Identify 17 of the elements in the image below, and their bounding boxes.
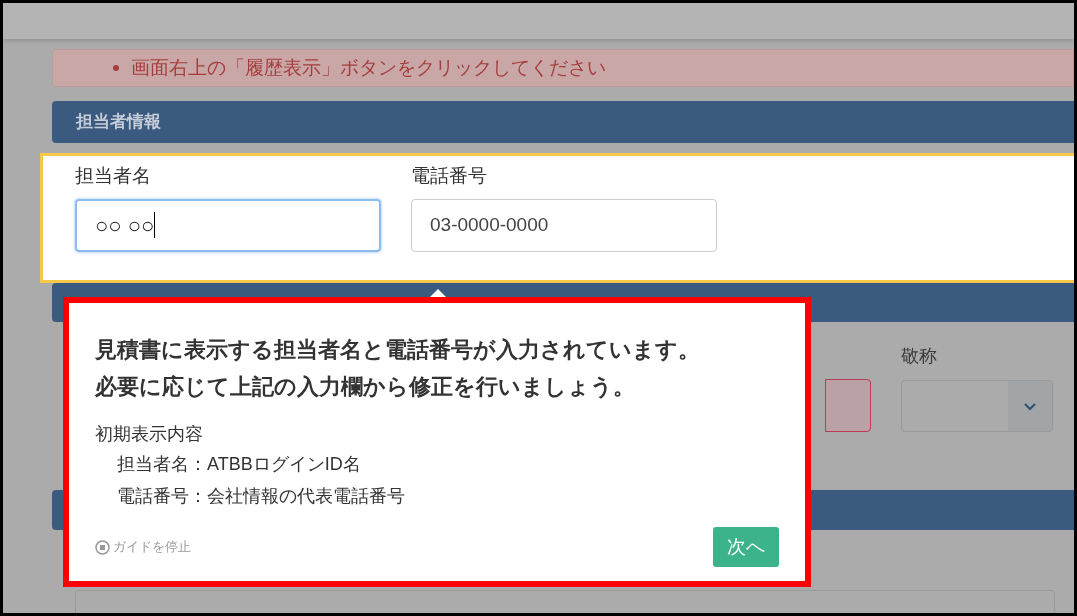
stop-icon [95, 539, 110, 555]
field-label: 担当者名 [75, 164, 152, 188]
text-field[interactable] [825, 379, 871, 432]
bullet-icon [113, 65, 119, 71]
details-item: 担当者名：ATBBログインID名 [117, 453, 362, 476]
alert-message: 画面右上の「履歴表示」ボタンをクリックしてください [131, 55, 606, 80]
chevron-down-icon [1023, 401, 1037, 411]
guide-heading: 見積書に表示する担当者名と電話番号が入力されています。 [95, 336, 701, 364]
honorific-select[interactable] [901, 380, 1053, 432]
guide-heading: 必要に応じて上記の入力欄から修正を行いましょう。 [95, 373, 636, 401]
details-item: 電話番号：会社情報の代表電話番号 [117, 485, 406, 508]
section-title: 担当者情報 [76, 111, 161, 134]
details-title: 初期表示内容 [95, 423, 204, 446]
field-label: 電話番号 [411, 164, 488, 188]
text-field[interactable]: 03-0000-0000 [411, 198, 717, 252]
text-field[interactable]: ○○ ○○ [75, 198, 381, 252]
field-label: 敬称 [901, 345, 938, 368]
